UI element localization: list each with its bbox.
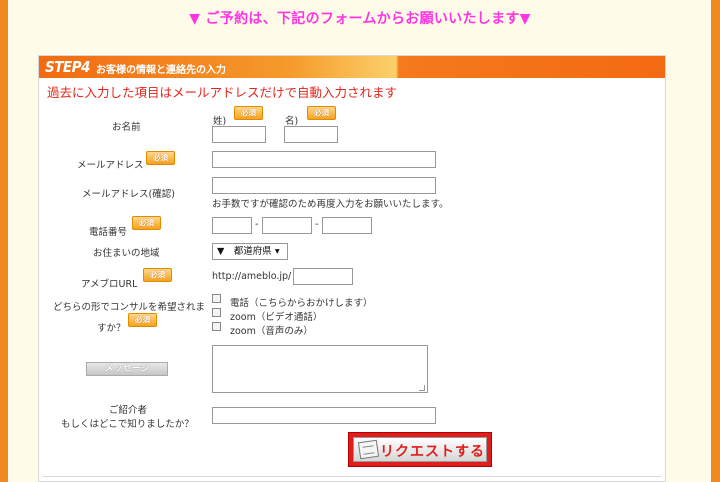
first-name-label: 名) <box>285 116 299 127</box>
autofill-notice: 過去に入力した項目はメールアドレスだけで自動入力されます <box>47 85 398 100</box>
referrer-label-line1: ご紹介者 <box>109 405 148 416</box>
consult-phone-checkbox[interactable] <box>212 294 221 303</box>
announcement: ▼ ご予約は、下記のフォームからお願いいたします▼ <box>189 11 531 27</box>
ameblo-prefix: http://ameblo.jp/ <box>212 271 292 282</box>
last-name-label: 姓) <box>213 116 227 127</box>
phone-separator: - <box>315 219 319 230</box>
required-badge: 必須 <box>307 106 336 120</box>
email-input[interactable] <box>212 151 436 168</box>
ameblo-input[interactable] <box>293 268 353 285</box>
request-submit-button[interactable]: リクエストする <box>348 432 492 467</box>
required-badge: 必須 <box>128 313 157 327</box>
phone-label: 電話番号 <box>89 227 128 238</box>
consult-zoom-video-label: zoom（ビデオ通話） <box>230 312 323 323</box>
required-badge: 必須 <box>146 151 175 165</box>
ameblo-label: アメブロURL <box>81 279 138 290</box>
email-confirm-help: お手数ですが確認のため再度入力をお願いいたします。 <box>212 199 449 210</box>
phone-part1-input[interactable] <box>212 217 252 234</box>
message-textarea[interactable] <box>212 345 428 393</box>
referrer-input[interactable] <box>212 407 436 424</box>
step-number: STEP4 <box>45 58 90 76</box>
consult-label-line2: すか？ <box>97 323 126 334</box>
textarea-resize-handle[interactable] <box>419 385 425 391</box>
name-label: お名前 <box>112 122 141 133</box>
email-confirm-input[interactable] <box>212 177 436 194</box>
consult-label-line1: どちらの形でコンサルを希望されま <box>53 302 206 313</box>
last-name-input[interactable] <box>212 126 266 143</box>
message-label-button: メッセージ <box>86 362 168 376</box>
consult-zoom-audio-label: zoom（音声のみ） <box>230 326 313 337</box>
step-title: お客様の情報と連絡先の入力 <box>96 65 226 76</box>
form-document-icon <box>357 439 380 460</box>
required-badge: 必須 <box>234 106 263 120</box>
phone-separator: - <box>255 219 259 230</box>
region-label: お住まいの地域 <box>93 248 160 259</box>
email-confirm-label: メールアドレス(確認) <box>82 189 175 200</box>
first-name-input[interactable] <box>284 126 338 143</box>
phone-part2-input[interactable] <box>262 217 312 234</box>
region-select[interactable]: ▼ 都道府県 ▾ <box>212 243 288 260</box>
consult-zoom-audio-checkbox[interactable] <box>212 322 221 331</box>
referrer-label-line2: もしくはどこで知りましたか？ <box>61 419 194 430</box>
submit-label: リクエストする <box>380 444 485 460</box>
email-label: メールアドレス <box>77 160 144 171</box>
consult-phone-label: 電話（こちらからおかけします） <box>230 298 373 309</box>
submit-button-face: リクエストする <box>353 437 487 462</box>
required-badge: 必須 <box>143 268 172 282</box>
consult-zoom-video-checkbox[interactable] <box>212 308 221 317</box>
step-header: STEP4 お客様の情報と連絡先の入力 <box>39 56 665 78</box>
step4-panel: STEP4 お客様の情報と連絡先の入力 過去に入力した項目はメールアドレスだけで… <box>38 55 666 482</box>
phone-part3-input[interactable] <box>322 217 372 234</box>
required-badge: 必須 <box>132 216 161 230</box>
divider <box>43 476 661 477</box>
